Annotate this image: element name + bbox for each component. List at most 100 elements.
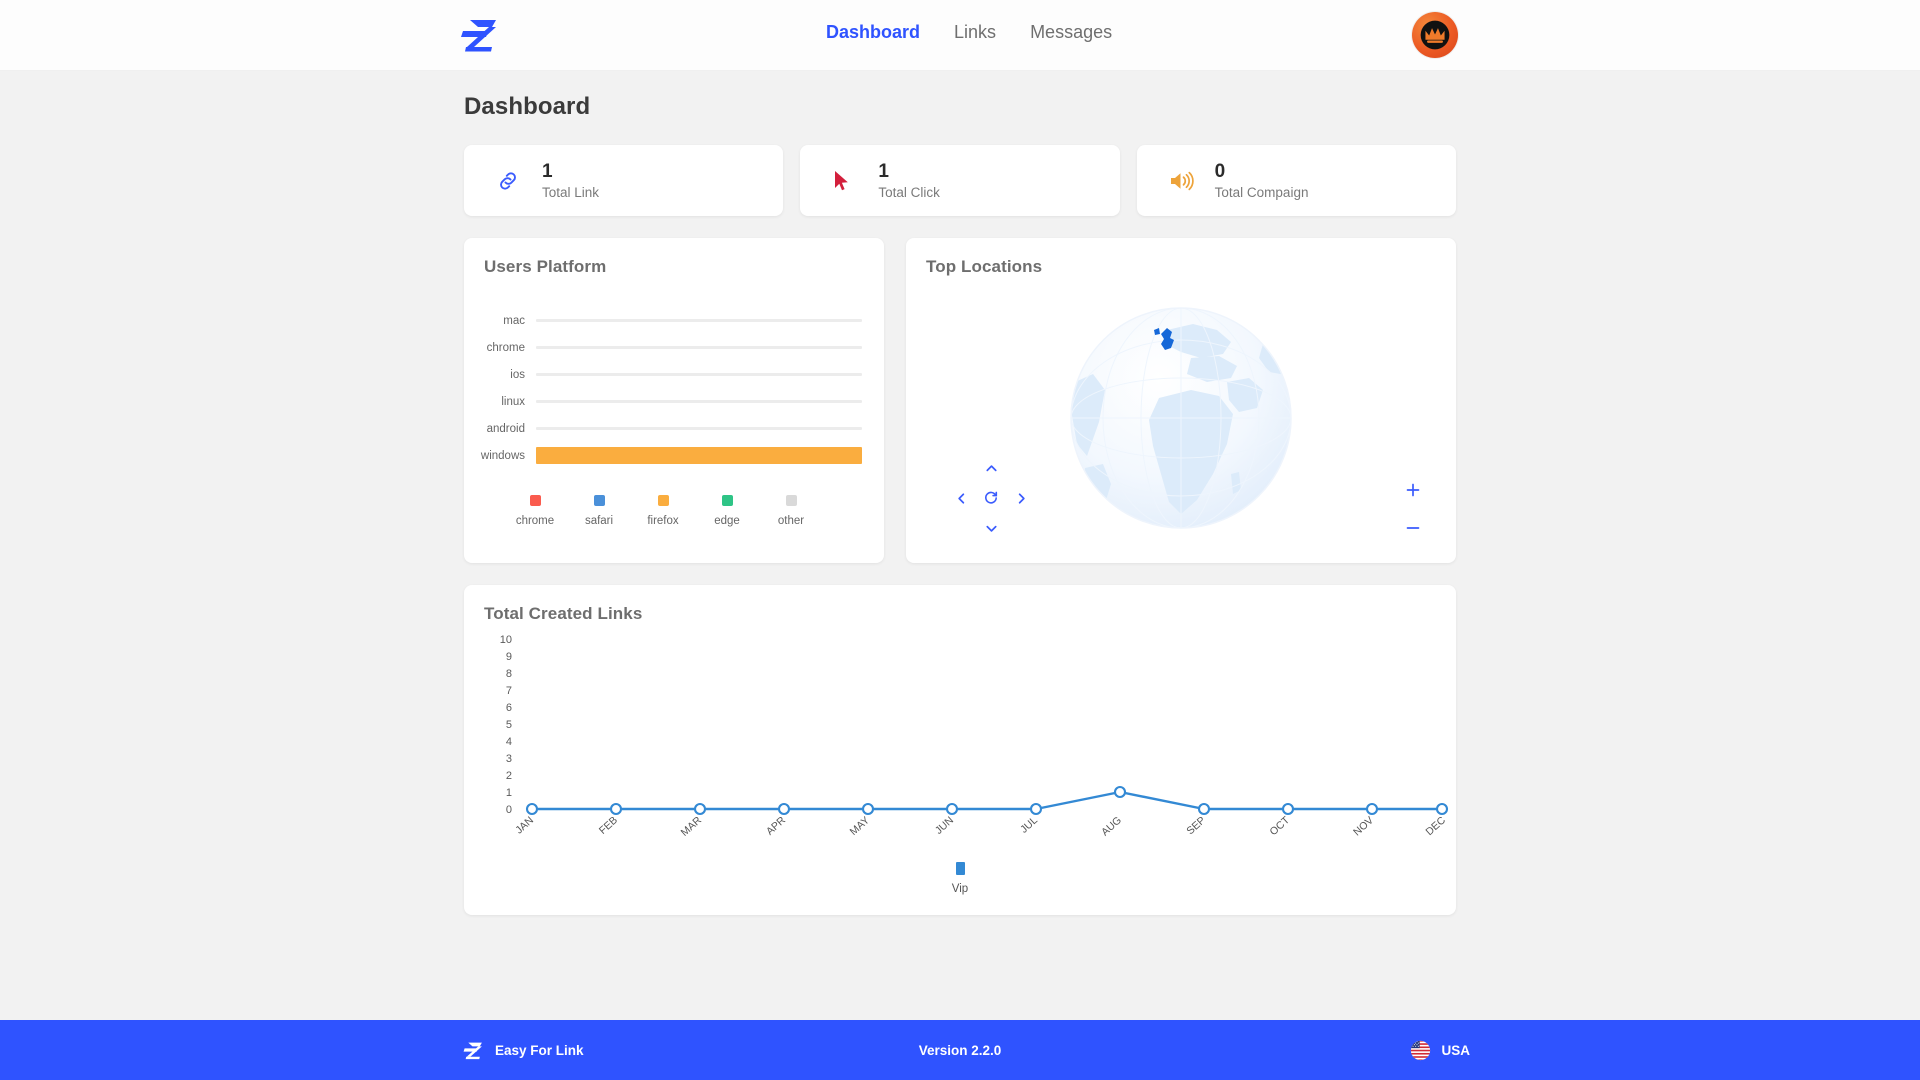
legend-label: chrome xyxy=(515,515,555,527)
stats-row: 1 Total Link 1 Total Click 0 Total Compa… xyxy=(464,145,1456,216)
ez-logo-icon xyxy=(461,20,496,52)
page-title: Dashboard xyxy=(464,93,591,120)
minus-icon[interactable] xyxy=(1402,517,1424,539)
stat-card-total-click[interactable]: 1 Total Click xyxy=(800,145,1120,216)
svg-text:MAY: MAY xyxy=(848,814,872,838)
footer-country-label: USA xyxy=(1441,1042,1470,1058)
stat-text: 1 Total Click xyxy=(878,161,940,201)
svg-text:6: 6 xyxy=(506,702,512,714)
line-chart-svg[interactable]: 10 9 8 7 6 5 4 3 2 1 0 JAN FEB MAR APR M… xyxy=(464,629,1454,859)
legend-item-chrome[interactable]: chrome xyxy=(509,495,561,527)
reset-rotate-icon[interactable] xyxy=(978,485,1004,511)
legend-item-safari[interactable]: safari xyxy=(573,495,625,527)
bar-row-android[interactable]: android xyxy=(464,415,862,442)
stat-card-total-link[interactable]: 1 Total Link xyxy=(464,145,784,216)
bar-fill xyxy=(536,447,862,464)
bar-track xyxy=(536,427,862,430)
bar-row-ios[interactable]: ios xyxy=(464,361,862,388)
users-platform-title: Users Platform xyxy=(484,257,607,276)
bar-label: chrome xyxy=(486,341,525,354)
svg-text:1: 1 xyxy=(506,787,512,799)
bar-row-chrome[interactable]: chrome xyxy=(464,334,862,361)
svg-text:JAN: JAN xyxy=(513,814,536,836)
usa-flag-icon xyxy=(1411,1040,1431,1060)
svg-text:FEB: FEB xyxy=(597,814,620,837)
svg-text:9: 9 xyxy=(506,651,512,663)
crown-avatar-icon xyxy=(1420,20,1450,50)
stat-value: 0 xyxy=(1214,160,1226,182)
dashboard-page: Dashboard Links Messages Dashboard 1 Tot… xyxy=(0,0,1920,1080)
svg-text:OCT: OCT xyxy=(1268,814,1293,838)
svg-text:JUN: JUN xyxy=(933,814,956,837)
bar-row-mac[interactable]: mac xyxy=(464,307,862,334)
nav-item-links[interactable]: Links xyxy=(954,22,996,43)
svg-text:2: 2 xyxy=(506,770,512,782)
svg-text:AUG: AUG xyxy=(1099,814,1124,838)
top-locations-card: Top Locations xyxy=(906,238,1456,563)
legend-swatch xyxy=(785,495,797,506)
stat-value: 1 xyxy=(878,160,889,182)
svg-text:10: 10 xyxy=(500,634,512,646)
footer-country-group[interactable]: USA xyxy=(1410,1040,1470,1061)
stat-card-total-compaign[interactable]: 0 Total Compaign xyxy=(1136,145,1456,216)
line-chart-legend[interactable]: Vip xyxy=(464,862,1456,895)
bar-track xyxy=(536,400,862,403)
platform-legend: chrome safari firefox edge other xyxy=(464,495,862,527)
arrow-up-icon[interactable] xyxy=(978,455,1004,481)
x-axis-tick-labels: JAN FEB MAR APR MAY JUN JUL AUG SEP OCT … xyxy=(513,814,1448,839)
legend-swatch xyxy=(721,495,733,506)
legend-label: edge xyxy=(714,515,740,527)
bar-track xyxy=(536,447,862,464)
legend-label: firefox xyxy=(647,515,679,527)
bar-row-windows[interactable]: windows xyxy=(464,442,862,469)
stat-text: 1 Total Link xyxy=(542,161,599,201)
legend-swatch xyxy=(657,495,669,506)
svg-text:0: 0 xyxy=(506,804,512,816)
svg-text:SEP: SEP xyxy=(1184,814,1208,837)
avatar[interactable] xyxy=(1412,12,1458,58)
main-content: Dashboard 1 Total Link 1 Total Click 0 T… xyxy=(0,71,1920,1020)
app-header: Dashboard Links Messages xyxy=(0,0,1920,71)
arrow-right-icon[interactable] xyxy=(1008,485,1034,511)
bar-label: windows xyxy=(480,449,525,462)
globe-icon xyxy=(1070,306,1292,529)
plus-icon[interactable] xyxy=(1402,479,1424,501)
bar-row-linux[interactable]: linux xyxy=(464,388,862,415)
legend-swatch xyxy=(955,862,965,875)
nav-item-dashboard[interactable]: Dashboard xyxy=(826,22,920,43)
stat-value: 1 xyxy=(542,160,553,182)
legend-swatch xyxy=(593,495,605,506)
globe-zoom-controls xyxy=(1402,479,1424,539)
svg-text:MAR: MAR xyxy=(679,814,705,839)
svg-text:DEC: DEC xyxy=(1424,814,1449,838)
svg-text:JUL: JUL xyxy=(1018,814,1040,836)
arrow-down-icon[interactable] xyxy=(978,515,1004,541)
bar-track xyxy=(536,373,862,376)
bar-label: android xyxy=(486,422,525,435)
bar-label: ios xyxy=(510,368,525,381)
header-logo[interactable] xyxy=(458,14,500,54)
legend-item-firefox[interactable]: firefox xyxy=(637,495,689,527)
nav-item-messages[interactable]: Messages xyxy=(1030,22,1112,43)
legend-item-other[interactable]: other xyxy=(765,495,817,527)
svg-text:NOV: NOV xyxy=(1351,814,1376,838)
cursor-click-icon xyxy=(832,169,866,193)
legend-item-edge[interactable]: edge xyxy=(701,495,753,527)
svg-text:7: 7 xyxy=(506,685,512,697)
legend-label: Vip xyxy=(951,883,969,895)
line-series-vip xyxy=(532,790,1442,811)
main-navigation: Dashboard Links Messages xyxy=(826,22,1112,43)
footer-version: Version 2.2.0 xyxy=(918,1042,1002,1058)
legend-label: safari xyxy=(584,515,614,527)
svg-text:4: 4 xyxy=(506,736,512,748)
stat-label: Total Click xyxy=(878,185,940,201)
stat-label: Total Compaign xyxy=(1214,185,1309,201)
arrow-left-icon[interactable] xyxy=(948,485,974,511)
app-footer: Easy For Link Version 2.2.0 USA xyxy=(0,1020,1920,1080)
bar-track xyxy=(536,346,862,349)
users-platform-chart: mac chrome ios linux android windows chr… xyxy=(464,277,884,527)
bar-track xyxy=(536,319,862,322)
bar-label: linux xyxy=(501,395,525,408)
stat-label: Total Link xyxy=(542,185,600,201)
svg-text:3: 3 xyxy=(506,753,512,765)
